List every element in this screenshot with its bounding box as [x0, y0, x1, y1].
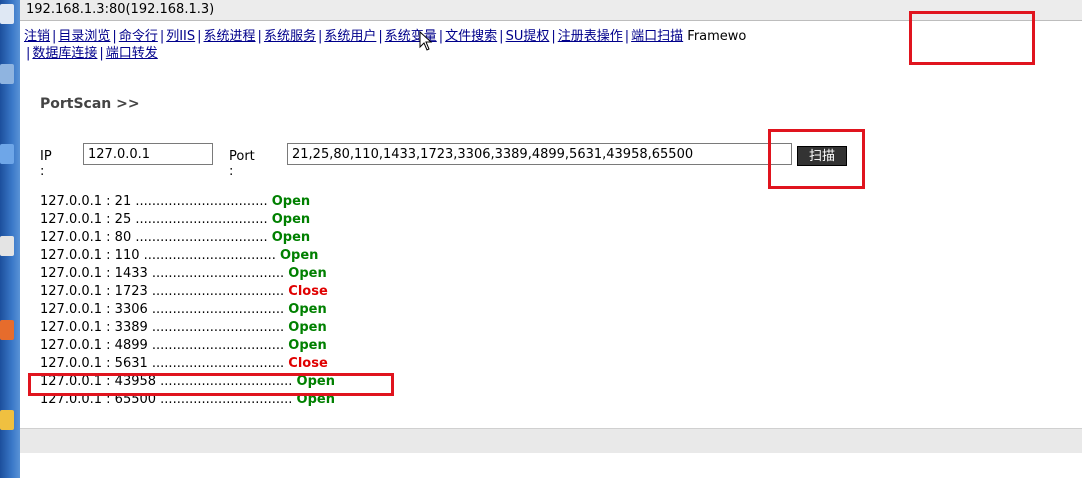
result-dots: ................................ — [135, 212, 268, 227]
result-dots: ................................ — [151, 266, 285, 281]
result-dots: ................................ — [151, 320, 285, 335]
result-address: 127.0.0.1 : 3306 — [40, 302, 148, 317]
nav-link-browse[interactable]: 目录浏览 — [58, 29, 110, 44]
result-address: 127.0.0.1 : 1433 — [40, 266, 148, 281]
nav-link-iis[interactable]: 列IIS — [166, 29, 195, 44]
ip-input[interactable] — [83, 143, 213, 165]
nav-link-users[interactable]: 系统用户 — [324, 29, 376, 44]
result-status: Open — [271, 194, 311, 209]
footer-bar — [20, 428, 1082, 453]
highlight-box-portscan-link — [909, 11, 1035, 65]
nav-link-process[interactable]: 系统进程 — [204, 29, 256, 44]
highlight-box-result-row — [28, 373, 394, 396]
port-input[interactable] — [287, 143, 792, 165]
nav-link-database[interactable]: 数据库连接 — [32, 46, 97, 61]
ip-label: IP : — [40, 149, 52, 179]
result-status: Open — [280, 248, 319, 263]
port-label: Port : — [229, 149, 255, 179]
result-dots: ................................ — [151, 302, 285, 317]
desktop-icon[interactable] — [0, 144, 14, 164]
nav-trailing-text: Framewo — [687, 29, 747, 44]
result-status: Open — [271, 212, 311, 227]
result-row: 127.0.0.1 : 110 ........................… — [40, 247, 335, 265]
nav-link-services[interactable]: 系统服务 — [264, 29, 316, 44]
nav-link-cmd[interactable]: 命令行 — [119, 29, 158, 44]
desktop-icon[interactable] — [0, 64, 14, 84]
result-dots: ................................ — [151, 338, 285, 353]
result-row: 127.0.0.1 : 1433 .......................… — [40, 265, 335, 283]
result-row: 127.0.0.1 : 3306 .......................… — [40, 301, 335, 319]
mouse-cursor-icon — [419, 31, 433, 51]
result-row: 127.0.0.1 : 3389 .......................… — [40, 319, 335, 337]
result-row: 127.0.0.1 : 21 .........................… — [40, 193, 335, 211]
desktop-edge — [0, 0, 20, 478]
result-row: 127.0.0.1 : 25 .........................… — [40, 211, 335, 229]
result-row: 127.0.0.1 : 80 .........................… — [40, 229, 335, 247]
result-address: 127.0.0.1 : 21 — [40, 194, 132, 209]
nav-link-portforward[interactable]: 端口转发 — [106, 46, 158, 61]
result-dots: ................................ — [135, 194, 268, 209]
result-address: 127.0.0.1 : 3389 — [40, 320, 148, 335]
desktop-icon[interactable] — [0, 320, 14, 340]
result-status: Close — [288, 284, 328, 299]
desktop-icon[interactable] — [0, 236, 14, 256]
nav-link-registry[interactable]: 注册表操作 — [558, 29, 623, 44]
desktop-icon[interactable] — [0, 410, 14, 430]
nav-link-portscan[interactable]: 端口扫描 — [631, 29, 683, 44]
result-dots: ................................ — [135, 230, 268, 245]
result-address: 127.0.0.1 : 80 — [40, 230, 132, 245]
highlight-box-scan-button — [768, 129, 865, 189]
nav-link-logout[interactable]: 注销 — [24, 29, 50, 44]
result-dots: ................................ — [143, 248, 276, 263]
result-address: 127.0.0.1 : 110 — [40, 248, 140, 263]
result-status: Close — [288, 356, 328, 371]
result-row: 127.0.0.1 : 4899 .......................… — [40, 337, 335, 355]
result-status: Open — [288, 320, 327, 335]
result-row: 127.0.0.1 : 5631 .......................… — [40, 355, 335, 373]
result-status: Open — [288, 266, 327, 281]
result-dots: ................................ — [151, 284, 285, 299]
result-row: 127.0.0.1 : 1723 .......................… — [40, 283, 335, 301]
result-address: 127.0.0.1 : 25 — [40, 212, 132, 227]
result-dots: ................................ — [151, 356, 285, 371]
result-address: 127.0.0.1 : 5631 — [40, 356, 148, 371]
nav-link-su[interactable]: SU提权 — [506, 29, 550, 44]
result-status: Open — [288, 338, 327, 353]
nav-link-filesearch[interactable]: 文件搜索 — [445, 29, 497, 44]
portscan-heading: PortScan >> — [40, 96, 140, 112]
desktop-icon[interactable] — [0, 4, 14, 24]
result-status: Open — [288, 302, 327, 317]
result-address: 127.0.0.1 : 1723 — [40, 284, 148, 299]
result-address: 127.0.0.1 : 4899 — [40, 338, 148, 353]
result-status: Open — [271, 230, 311, 245]
